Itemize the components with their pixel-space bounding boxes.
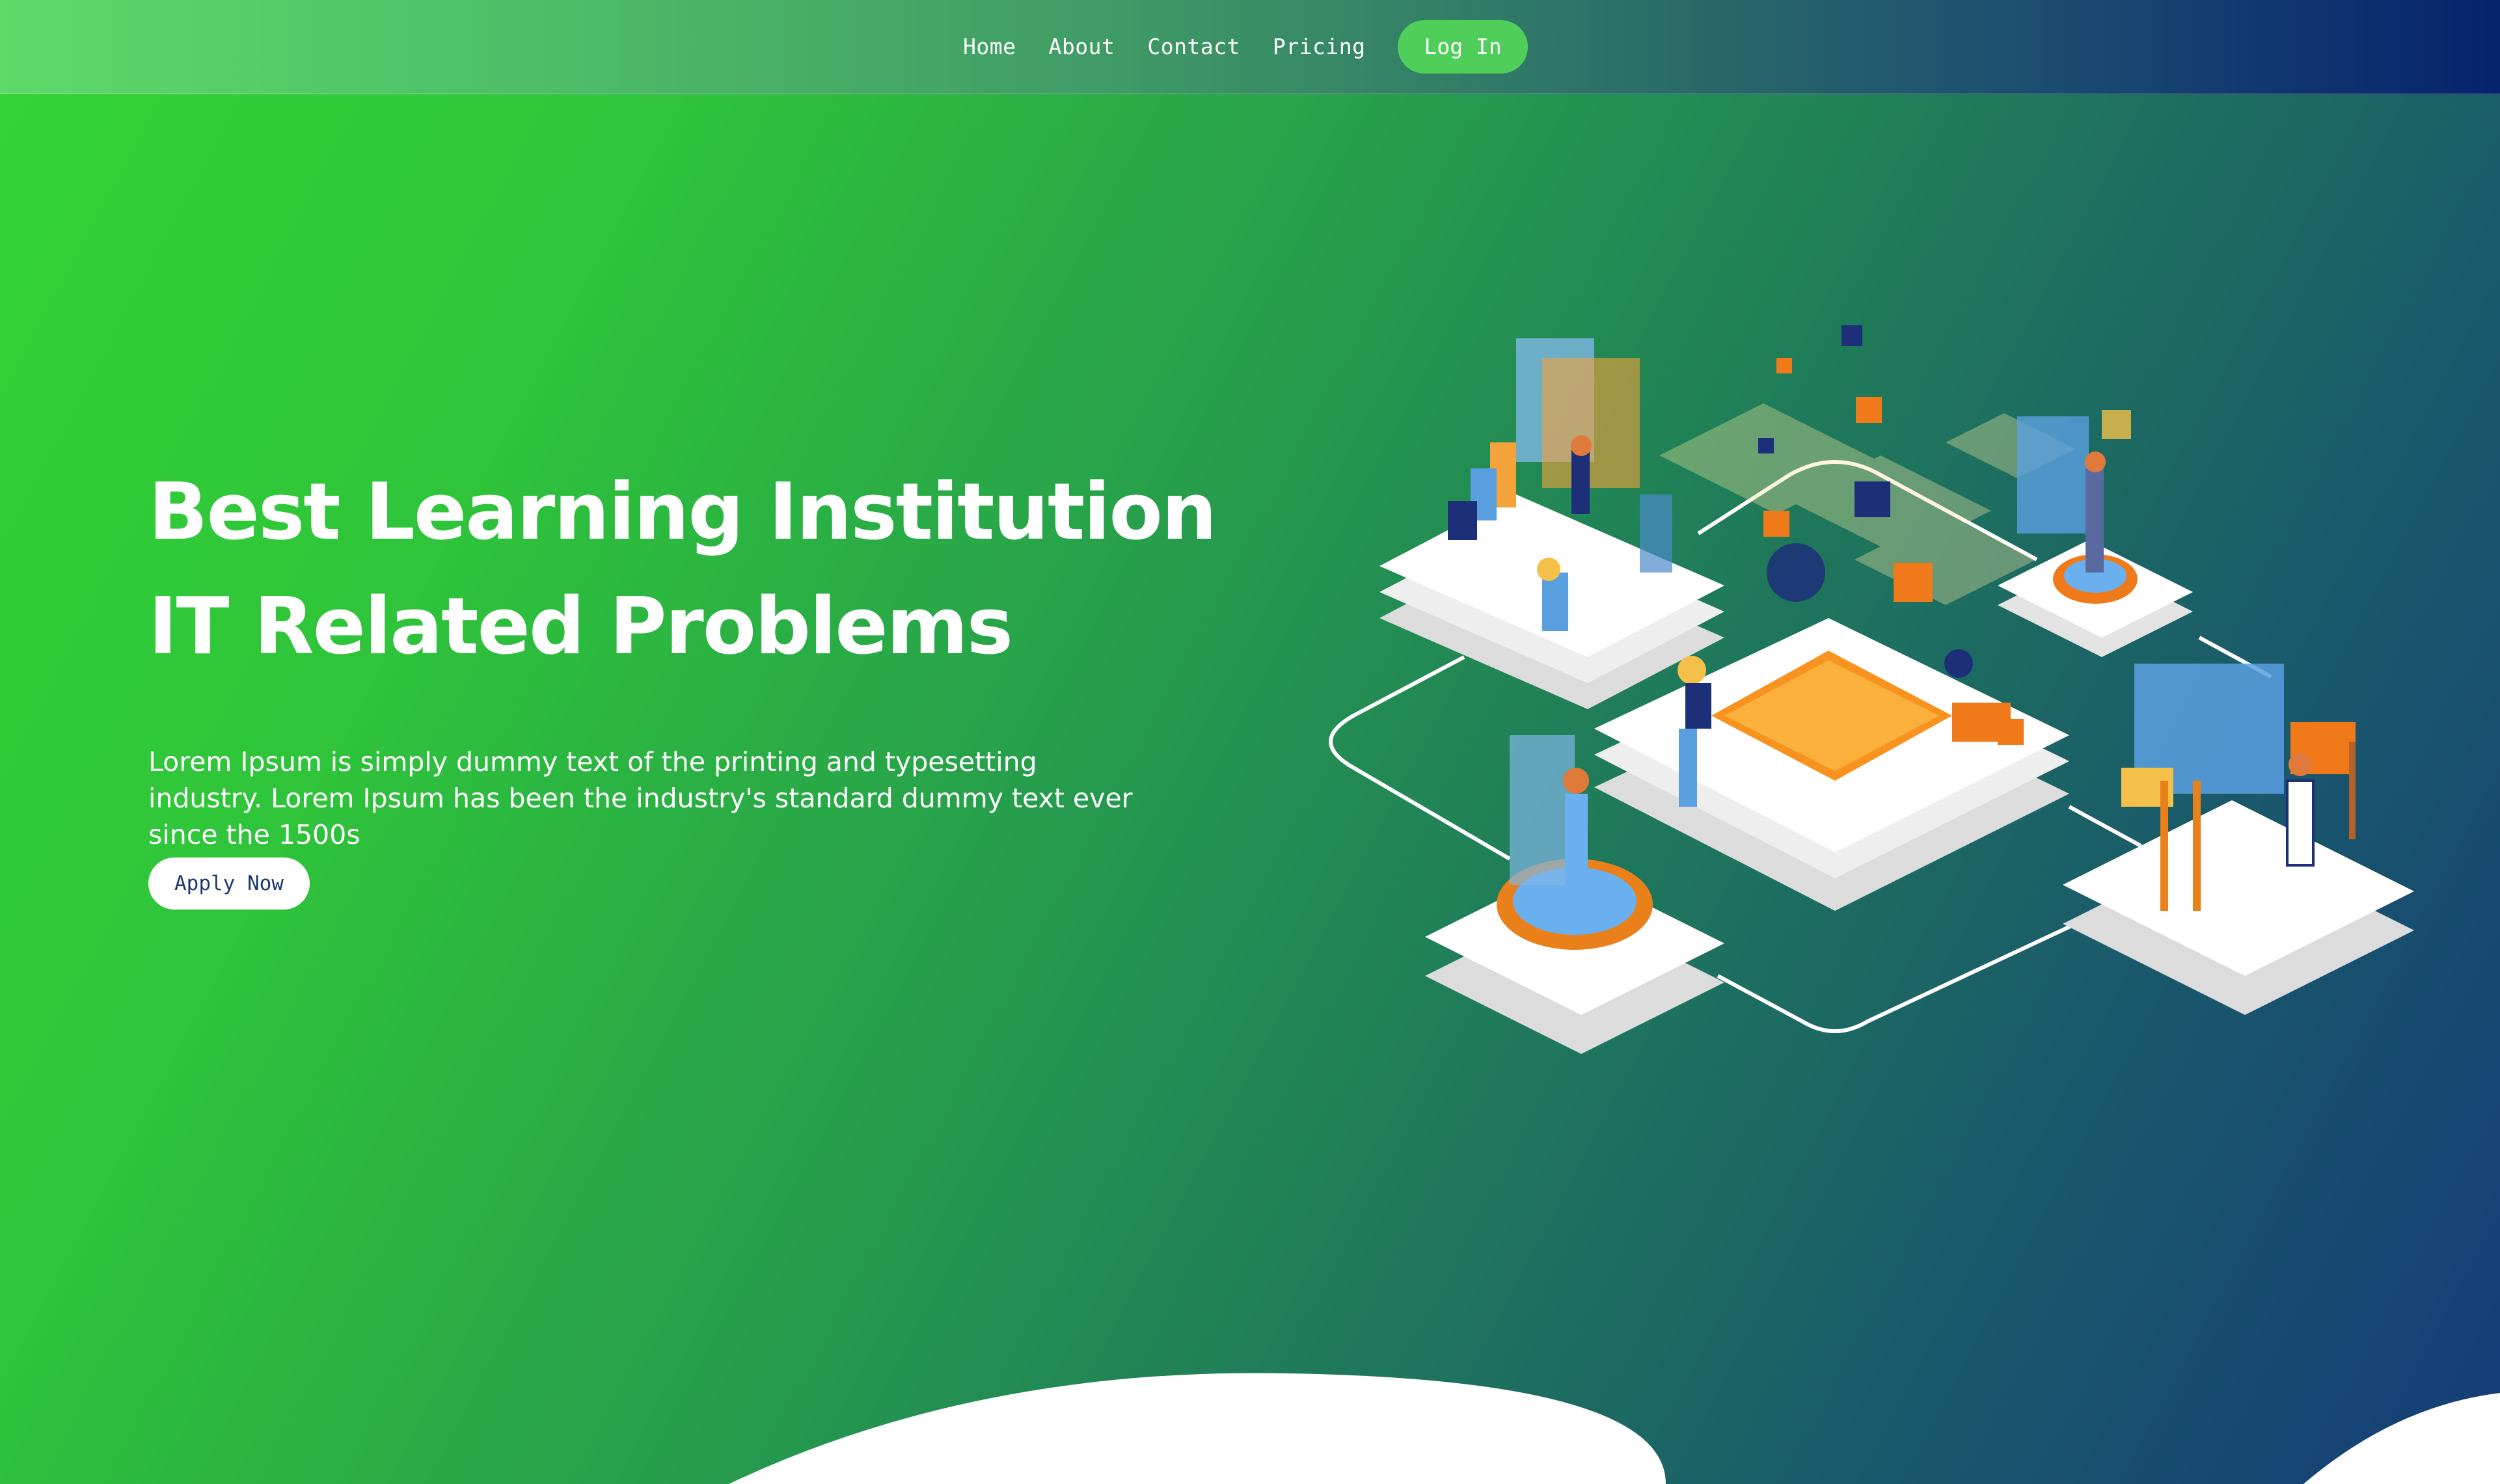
nav-about-link[interactable]: About — [1048, 34, 1115, 59]
headline-line-2: IT Related Problems — [148, 582, 1013, 672]
hero-section: Home About Contact Pricing Log In Best L… — [0, 0, 2500, 1484]
isometric-network-illustration — [1329, 325, 2414, 1054]
nav-contact-link[interactable]: Contact — [1147, 34, 1240, 59]
hero-headline: Best Learning Institution IT Related Pro… — [148, 455, 1217, 684]
bottom-wave — [729, 1373, 2500, 1484]
headline-line-1: Best Learning Institution — [148, 467, 1217, 558]
analytics-platform — [1379, 338, 1724, 709]
right-top-platform — [1998, 410, 2193, 657]
apply-now-button[interactable]: Apply Now — [148, 857, 310, 910]
hero-description: Lorem Ipsum is simply dummy text of the … — [148, 746, 1133, 850]
nav-pricing-link[interactable]: Pricing — [1273, 34, 1366, 59]
nav-links: Home About Contact Pricing Log In — [963, 0, 1528, 93]
top-navbar: Home About Contact Pricing Log In — [0, 0, 2500, 94]
right-bottom-platform — [2063, 664, 2414, 1015]
nav-home-link[interactable]: Home — [963, 34, 1016, 59]
login-button[interactable]: Log In — [1398, 20, 1528, 74]
